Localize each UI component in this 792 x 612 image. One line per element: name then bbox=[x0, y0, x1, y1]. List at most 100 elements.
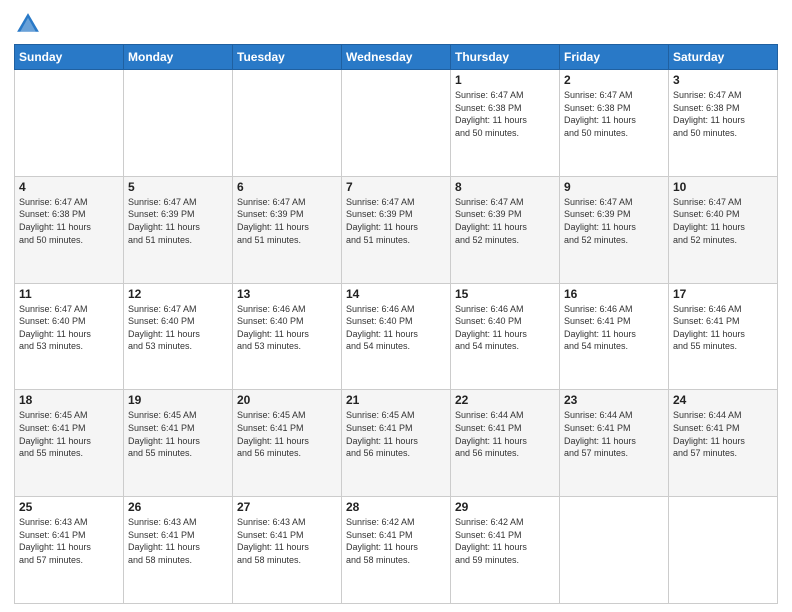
calendar-cell: 5Sunrise: 6:47 AM Sunset: 6:39 PM Daylig… bbox=[124, 176, 233, 283]
day-number: 28 bbox=[346, 500, 446, 514]
day-number: 13 bbox=[237, 287, 337, 301]
day-number: 4 bbox=[19, 180, 119, 194]
day-info: Sunrise: 6:44 AM Sunset: 6:41 PM Dayligh… bbox=[673, 409, 773, 459]
day-number: 19 bbox=[128, 393, 228, 407]
day-number: 9 bbox=[564, 180, 664, 194]
weekday-header-sunday: Sunday bbox=[15, 45, 124, 70]
day-info: Sunrise: 6:47 AM Sunset: 6:39 PM Dayligh… bbox=[455, 196, 555, 246]
day-info: Sunrise: 6:44 AM Sunset: 6:41 PM Dayligh… bbox=[564, 409, 664, 459]
calendar-cell: 17 Sunrise: 6:46 AM Sunset: 6:41 PM Dayli… bbox=[669, 283, 778, 390]
calendar-cell: 16 Sunrise: 6:46 AM Sunset: 6:41 PM Dayli… bbox=[560, 283, 669, 390]
day-info: Sunrise: 6:46 AM Sunset: 6:41 PM Dayligh… bbox=[673, 303, 773, 353]
week-row-4: 18 Sunrise: 6:45 AM Sunset: 6:41 PM Dayli… bbox=[15, 390, 778, 497]
day-number: 2 bbox=[564, 73, 664, 87]
calendar-cell: 25Sunrise: 6:43 AM Sunset: 6:41 PM Dayli… bbox=[15, 497, 124, 604]
day-number: 7 bbox=[346, 180, 446, 194]
calendar-cell bbox=[124, 70, 233, 177]
week-row-3: 11Sunrise: 6:47 AM Sunset: 6:40 PM Dayli… bbox=[15, 283, 778, 390]
calendar-cell: 29 Sunrise: 6:42 AM Sunset: 6:41 PM Dayli… bbox=[451, 497, 560, 604]
weekday-header-tuesday: Tuesday bbox=[233, 45, 342, 70]
day-number: 1 bbox=[455, 73, 555, 87]
day-number: 3 bbox=[673, 73, 773, 87]
week-row-1: 1 Sunrise: 6:47 AM Sunset: 6:38 PM Daylig… bbox=[15, 70, 778, 177]
day-info: Sunrise: 6:46 AM Sunset: 6:40 PM Dayligh… bbox=[346, 303, 446, 353]
day-number: 17 bbox=[673, 287, 773, 301]
day-number: 10 bbox=[673, 180, 773, 194]
day-info: Sunrise: 6:47 AM Sunset: 6:40 PM Dayligh… bbox=[673, 196, 773, 246]
weekday-header-saturday: Saturday bbox=[669, 45, 778, 70]
day-number: 26 bbox=[128, 500, 228, 514]
calendar-cell: 27 Sunrise: 6:43 AM Sunset: 6:41 PM Dayli… bbox=[233, 497, 342, 604]
day-info: Sunrise: 6:45 AM Sunset: 6:41 PM Dayligh… bbox=[346, 409, 446, 459]
calendar-cell: 15 Sunrise: 6:46 AM Sunset: 6:40 PM Dayli… bbox=[451, 283, 560, 390]
calendar-cell: 8 Sunrise: 6:47 AM Sunset: 6:39 PM Daylig… bbox=[451, 176, 560, 283]
calendar-cell: 14 Sunrise: 6:46 AM Sunset: 6:40 PM Dayli… bbox=[342, 283, 451, 390]
calendar-cell bbox=[342, 70, 451, 177]
day-info: Sunrise: 6:45 AM Sunset: 6:41 PM Dayligh… bbox=[128, 409, 228, 459]
calendar-cell: 11Sunrise: 6:47 AM Sunset: 6:40 PM Dayli… bbox=[15, 283, 124, 390]
logo bbox=[14, 10, 46, 38]
day-number: 21 bbox=[346, 393, 446, 407]
day-info: Sunrise: 6:43 AM Sunset: 6:41 PM Dayligh… bbox=[237, 516, 337, 566]
page: SundayMondayTuesdayWednesdayThursdayFrid… bbox=[0, 0, 792, 612]
calendar-cell: 22 Sunrise: 6:44 AM Sunset: 6:41 PM Dayli… bbox=[451, 390, 560, 497]
calendar-cell: 10 Sunrise: 6:47 AM Sunset: 6:40 PM Dayli… bbox=[669, 176, 778, 283]
day-info: Sunrise: 6:47 AM Sunset: 6:38 PM Dayligh… bbox=[673, 89, 773, 139]
calendar-cell bbox=[15, 70, 124, 177]
day-number: 18 bbox=[19, 393, 119, 407]
day-info: Sunrise: 6:46 AM Sunset: 6:40 PM Dayligh… bbox=[237, 303, 337, 353]
week-row-2: 4 Sunrise: 6:47 AM Sunset: 6:38 PM Daylig… bbox=[15, 176, 778, 283]
day-info: Sunrise: 6:45 AM Sunset: 6:41 PM Dayligh… bbox=[237, 409, 337, 459]
day-number: 27 bbox=[237, 500, 337, 514]
calendar-cell: 21 Sunrise: 6:45 AM Sunset: 6:41 PM Dayli… bbox=[342, 390, 451, 497]
day-info: Sunrise: 6:47 AM Sunset: 6:38 PM Dayligh… bbox=[19, 196, 119, 246]
calendar-header: SundayMondayTuesdayWednesdayThursdayFrid… bbox=[15, 45, 778, 70]
day-number: 14 bbox=[346, 287, 446, 301]
day-number: 23 bbox=[564, 393, 664, 407]
day-info: Sunrise: 6:47 AM Sunset: 6:39 PM Dayligh… bbox=[564, 196, 664, 246]
day-number: 16 bbox=[564, 287, 664, 301]
calendar-cell: 19 Sunrise: 6:45 AM Sunset: 6:41 PM Dayli… bbox=[124, 390, 233, 497]
day-info: Sunrise: 6:42 AM Sunset: 6:41 PM Dayligh… bbox=[455, 516, 555, 566]
calendar-cell: 7 Sunrise: 6:47 AM Sunset: 6:39 PM Daylig… bbox=[342, 176, 451, 283]
weekday-row: SundayMondayTuesdayWednesdayThursdayFrid… bbox=[15, 45, 778, 70]
calendar-cell: 6Sunrise: 6:47 AM Sunset: 6:39 PM Daylig… bbox=[233, 176, 342, 283]
day-info: Sunrise: 6:47 AM Sunset: 6:39 PM Dayligh… bbox=[237, 196, 337, 246]
day-info: Sunrise: 6:46 AM Sunset: 6:41 PM Dayligh… bbox=[564, 303, 664, 353]
day-number: 29 bbox=[455, 500, 555, 514]
day-info: Sunrise: 6:44 AM Sunset: 6:41 PM Dayligh… bbox=[455, 409, 555, 459]
day-number: 20 bbox=[237, 393, 337, 407]
day-number: 22 bbox=[455, 393, 555, 407]
day-number: 24 bbox=[673, 393, 773, 407]
day-number: 12 bbox=[128, 287, 228, 301]
calendar-cell: 28 Sunrise: 6:42 AM Sunset: 6:41 PM Dayli… bbox=[342, 497, 451, 604]
day-number: 5 bbox=[128, 180, 228, 194]
calendar-cell: 1Sunrise: 6:47 AM Sunset: 6:38 PM Daylig… bbox=[451, 70, 560, 177]
weekday-header-wednesday: Wednesday bbox=[342, 45, 451, 70]
header bbox=[14, 10, 778, 38]
weekday-header-friday: Friday bbox=[560, 45, 669, 70]
day-number: 8 bbox=[455, 180, 555, 194]
calendar-cell bbox=[560, 497, 669, 604]
calendar-cell: 24 Sunrise: 6:44 AM Sunset: 6:41 PM Dayli… bbox=[669, 390, 778, 497]
day-info: Sunrise: 6:46 AM Sunset: 6:40 PM Dayligh… bbox=[455, 303, 555, 353]
week-row-5: 25 Sunrise: 6:43 AM Sunset: 6:41 PM Dayli… bbox=[15, 497, 778, 604]
day-info: Sunrise: 6:47 AM Sunset: 6:38 PM Dayligh… bbox=[564, 89, 664, 139]
weekday-header-monday: Monday bbox=[124, 45, 233, 70]
day-info: Sunrise: 6:47 AM Sunset: 6:40 PM Dayligh… bbox=[19, 303, 119, 353]
calendar-cell bbox=[233, 70, 342, 177]
calendar-cell: 3 Sunrise: 6:47 AM Sunset: 6:38 PM Daylig… bbox=[669, 70, 778, 177]
day-info: Sunrise: 6:42 AM Sunset: 6:41 PM Dayligh… bbox=[346, 516, 446, 566]
calendar-cell bbox=[669, 497, 778, 604]
day-info: Sunrise: 6:43 AM Sunset: 6:41 PM Dayligh… bbox=[128, 516, 228, 566]
day-number: 25 bbox=[19, 500, 119, 514]
calendar-cell: 23 Sunrise: 6:44 AM Sunset: 6:41 PM Dayli… bbox=[560, 390, 669, 497]
calendar-cell: 9 Sunrise: 6:47 AM Sunset: 6:39 PM Daylig… bbox=[560, 176, 669, 283]
calendar-cell: 12Sunrise: 6:47 AM Sunset: 6:40 PM Dayli… bbox=[124, 283, 233, 390]
calendar-cell: 2 Sunrise: 6:47 AM Sunset: 6:38 PM Daylig… bbox=[560, 70, 669, 177]
calendar-cell: 20 Sunrise: 6:45 AM Sunset: 6:41 PM Dayli… bbox=[233, 390, 342, 497]
calendar-cell: 18 Sunrise: 6:45 AM Sunset: 6:41 PM Dayli… bbox=[15, 390, 124, 497]
day-number: 15 bbox=[455, 287, 555, 301]
day-info: Sunrise: 6:47 AM Sunset: 6:39 PM Dayligh… bbox=[346, 196, 446, 246]
day-info: Sunrise: 6:45 AM Sunset: 6:41 PM Dayligh… bbox=[19, 409, 119, 459]
